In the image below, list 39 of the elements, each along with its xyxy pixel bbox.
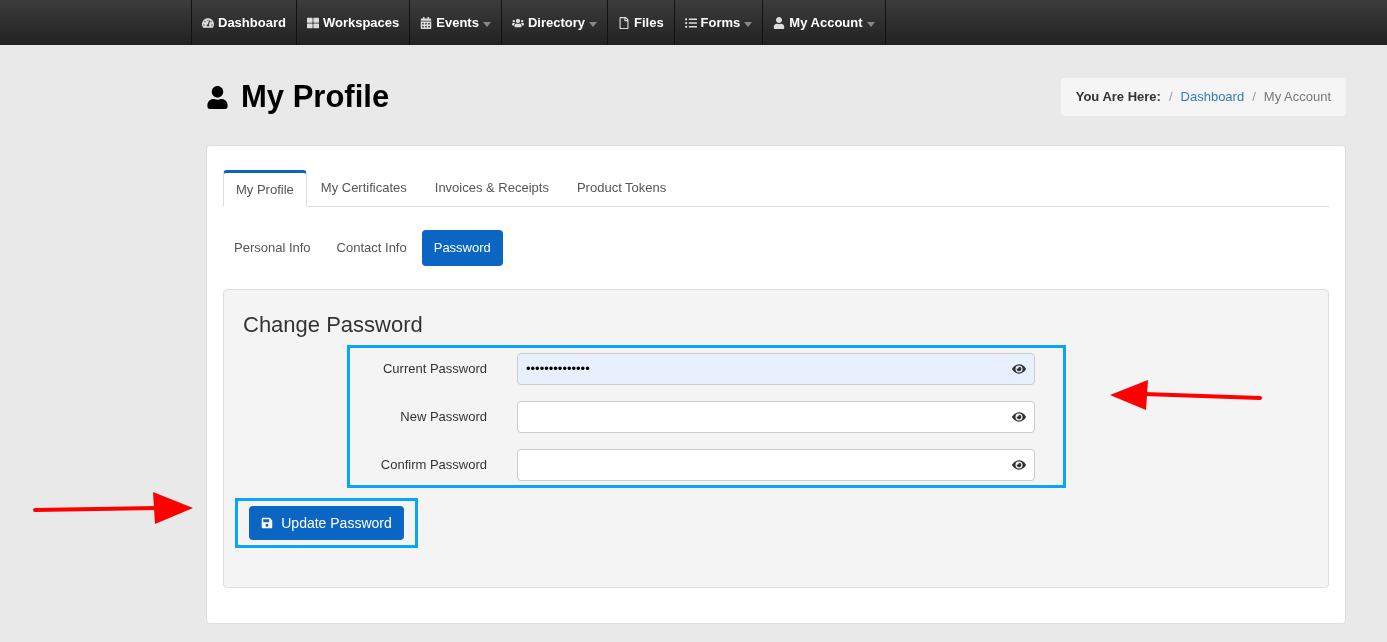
- tab[interactable]: My Certificates: [306, 170, 421, 206]
- breadcrumb-separator: /: [1252, 88, 1256, 107]
- field-label: Current Password: [381, 359, 487, 378]
- pill-tab[interactable]: Password: [421, 230, 503, 266]
- field-label: Confirm Password: [379, 455, 487, 474]
- nav-link[interactable]: Directory: [500, 0, 607, 45]
- breadcrumb-label: You Are Here:: [1075, 88, 1161, 107]
- grid-icon: [306, 16, 319, 29]
- breadcrumb-link[interactable]: Dashboard: [1180, 87, 1245, 107]
- tab[interactable]: Invoices & Receipts: [420, 170, 563, 206]
- update-password-button[interactable]: Update Password: [249, 506, 404, 540]
- page-title: My Profile: [241, 77, 390, 116]
- password-field[interactable]: [517, 400, 1035, 433]
- eye-icon[interactable]: [1012, 361, 1026, 376]
- password-field[interactable]: [517, 448, 1035, 481]
- eye-icon[interactable]: [1012, 457, 1026, 472]
- nav-link[interactable]: Events: [409, 0, 501, 45]
- list-icon: [684, 16, 697, 29]
- nav-link[interactable]: Dashboard: [191, 0, 296, 45]
- pill-tab[interactable]: Personal Info: [223, 230, 322, 266]
- user-icon: [773, 16, 786, 29]
- breadcrumb-current: My Account: [1263, 88, 1331, 107]
- people-icon: [511, 16, 524, 29]
- gauge-icon: [202, 16, 214, 29]
- nav-link[interactable]: My Account: [762, 0, 886, 45]
- pill-tab[interactable]: Contact Info: [325, 230, 418, 266]
- field-label: New Password: [399, 407, 487, 426]
- calendar-icon: [420, 16, 433, 29]
- password-field[interactable]: ••••••••••••••: [517, 352, 1035, 385]
- panel-title: Change Password: [243, 311, 424, 339]
- nav-link[interactable]: Files: [607, 0, 674, 45]
- user-icon: [206, 85, 229, 109]
- tab[interactable]: My Profile: [223, 170, 307, 207]
- tab[interactable]: Product Tokens: [562, 170, 681, 206]
- file-icon: [618, 16, 630, 29]
- eye-icon[interactable]: [1012, 409, 1026, 424]
- nav-link[interactable]: Forms: [673, 0, 763, 45]
- nav-link[interactable]: Workspaces: [295, 0, 410, 45]
- breadcrumb-separator: /: [1168, 88, 1173, 107]
